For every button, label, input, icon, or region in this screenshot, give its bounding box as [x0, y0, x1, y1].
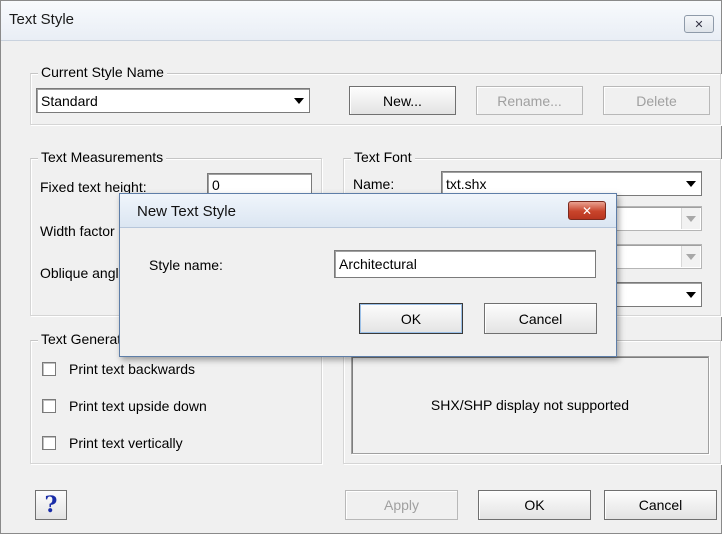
close-icon: ✕	[694, 18, 704, 31]
ok-button-label: OK	[524, 497, 545, 513]
help-button[interactable]: ?	[35, 490, 67, 520]
rename-button-label: Rename...	[497, 92, 562, 109]
apply-button[interactable]: Apply	[345, 490, 458, 520]
apply-button-label: Apply	[383, 497, 420, 513]
print-vertically-checkbox[interactable]	[42, 436, 56, 450]
fixed-height-value: 0	[212, 177, 220, 193]
text-font-legend: Text Font	[351, 149, 415, 165]
text-measurements-legend: Text Measurements	[38, 149, 167, 165]
delete-button[interactable]: Delete	[603, 86, 710, 115]
style-name-value: Standard	[41, 93, 98, 109]
print-upside-down-checkbox[interactable]	[42, 399, 56, 413]
new-button[interactable]: New...	[349, 86, 456, 115]
ok-button[interactable]: OK	[478, 490, 591, 520]
oblique-angle-label: Oblique angle	[40, 265, 127, 281]
chevron-down-icon	[681, 208, 700, 229]
close-icon: ✕	[581, 203, 593, 218]
modal-close-button[interactable]: ✕	[568, 201, 606, 220]
chevron-down-icon	[289, 90, 308, 111]
modal-ok-label: OK	[400, 310, 422, 327]
current-style-legend: Current Style Name	[38, 64, 167, 80]
cancel-button[interactable]: Cancel	[604, 490, 717, 520]
modal-title-bar[interactable]: New Text Style ✕	[120, 194, 616, 228]
text-preview-pane: SHX/SHP display not supported	[351, 356, 709, 454]
delete-button-label: Delete	[636, 92, 677, 109]
chevron-down-icon	[681, 246, 700, 267]
new-button-label: New...	[383, 92, 422, 109]
modal-ok-button[interactable]: OK	[359, 303, 463, 334]
font-name-value: txt.shx	[446, 176, 487, 192]
question-icon: ?	[44, 492, 58, 518]
preview-message: SHX/SHP display not supported	[430, 397, 630, 413]
dialog-title: Text Style	[9, 11, 75, 28]
style-name-dropdown[interactable]: Standard	[36, 88, 310, 113]
font-name-label: Name:	[353, 176, 395, 192]
print-upside-down-label: Print text upside down	[69, 398, 207, 414]
title-bar[interactable]: Text Style ✕	[1, 1, 721, 41]
print-backwards-label: Print text backwards	[69, 361, 196, 377]
cancel-button-label: Cancel	[638, 497, 683, 513]
modal-cancel-button[interactable]: Cancel	[484, 303, 597, 334]
style-name-input[interactable]: Architectural	[334, 250, 596, 278]
modal-cancel-label: Cancel	[518, 310, 563, 327]
chevron-down-icon	[681, 284, 700, 305]
rename-button[interactable]: Rename...	[476, 86, 583, 115]
style-name-input-value: Architectural	[339, 256, 417, 272]
print-vertically-label: Print text vertically	[69, 435, 183, 451]
chevron-down-icon	[681, 173, 700, 194]
style-name-label: Style name:	[149, 257, 223, 273]
modal-title: New Text Style	[137, 203, 236, 220]
print-backwards-checkbox[interactable]	[42, 362, 56, 376]
dialog-close-button[interactable]: ✕	[684, 15, 714, 33]
width-factor-label: Width factor	[40, 223, 115, 239]
new-text-style-dialog: New Text Style ✕ Style name: Architectur…	[119, 193, 617, 357]
